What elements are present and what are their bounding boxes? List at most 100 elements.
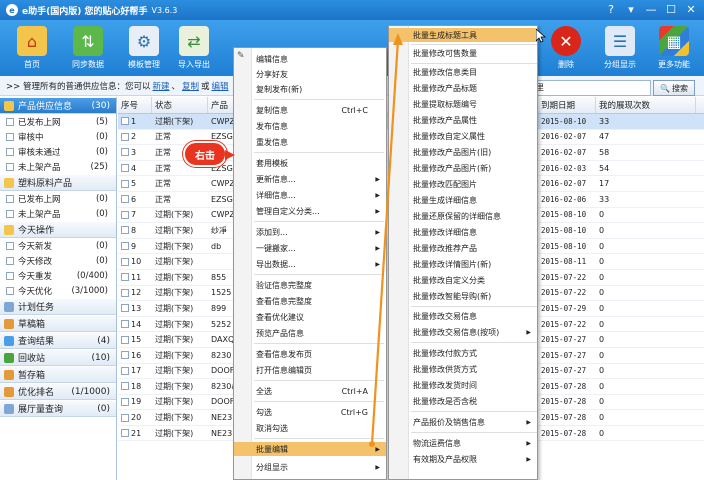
row-checkbox[interactable] bbox=[121, 132, 129, 141]
edit-link[interactable]: 编辑 bbox=[212, 80, 229, 92]
search-button[interactable]: 🔍 搜索 bbox=[653, 80, 695, 96]
submenu-item[interactable]: 批量修改交易信息 bbox=[389, 309, 537, 323]
copy-link[interactable]: 复制 bbox=[182, 80, 199, 92]
context-menu-item[interactable]: 全选 Ctrl+A bbox=[234, 384, 386, 398]
checkbox-icon[interactable] bbox=[6, 194, 14, 203]
context-menu-item[interactable]: 预览产品信息 bbox=[234, 326, 386, 340]
row-checkbox[interactable] bbox=[121, 429, 129, 438]
checkbox-icon[interactable] bbox=[6, 241, 14, 250]
checkbox-icon[interactable] bbox=[6, 132, 14, 141]
sidebar-item[interactable]: 已发布上网 (0) bbox=[0, 191, 116, 206]
sidebar-group-head[interactable]: 草稿箱 bbox=[0, 315, 116, 332]
sidebar-item[interactable]: 今天修改 (0) bbox=[0, 253, 116, 268]
context-menu-item[interactable]: 打开信息编辑页 bbox=[234, 363, 386, 377]
context-menu-item[interactable]: 套用模板 bbox=[234, 156, 386, 170]
submenu-item[interactable]: 批量生成标题工具 bbox=[389, 28, 537, 42]
import-export-button[interactable]: ⇄ 导入导出 bbox=[168, 22, 220, 74]
context-menu-item[interactable]: 编辑信息 bbox=[234, 52, 386, 66]
context-menu-item[interactable]: 分享好友 bbox=[234, 67, 386, 81]
sidebar-group-head[interactable]: 计划任务 bbox=[0, 298, 116, 315]
row-checkbox[interactable] bbox=[121, 226, 129, 235]
group-display-button[interactable]: ☰ 分组显示 bbox=[594, 22, 646, 74]
context-menu-item[interactable]: 一键搬家... ▶ bbox=[234, 241, 386, 255]
submenu-item[interactable]: 批量修改自定义分类 bbox=[389, 273, 537, 287]
search-input[interactable]: 里 bbox=[533, 80, 651, 96]
new-link[interactable]: 新建 bbox=[152, 80, 169, 92]
row-checkbox[interactable] bbox=[121, 366, 129, 375]
context-menu-item[interactable]: 添加到... ▶ bbox=[234, 225, 386, 239]
submenu-item[interactable]: 批量修改推荐产品 bbox=[389, 241, 537, 255]
sidebar-item[interactable]: 未上架产品 (0) bbox=[0, 206, 116, 221]
sidebar-item[interactable]: 未上架产品 (25) bbox=[0, 159, 116, 174]
checkbox-icon[interactable] bbox=[6, 209, 14, 218]
sidebar-item[interactable]: 今天重发 (0/400) bbox=[0, 268, 116, 283]
minimize-icon[interactable]: — bbox=[642, 2, 660, 17]
row-checkbox[interactable] bbox=[121, 397, 129, 406]
row-checkbox[interactable] bbox=[121, 210, 129, 219]
context-menu-item[interactable]: 验证信息完整度 bbox=[234, 278, 386, 292]
submenu-item[interactable]: 批量修改自定义属性 bbox=[389, 129, 537, 143]
sidebar-item[interactable]: 审核中 (0) bbox=[0, 129, 116, 144]
context-menu-item[interactable]: 管理自定义分类... ▶ bbox=[234, 204, 386, 218]
submenu-item[interactable]: 批量修改匹配图片 bbox=[389, 177, 537, 191]
delete-button[interactable]: ✕ 删除 bbox=[540, 22, 592, 74]
row-checkbox[interactable] bbox=[121, 117, 129, 126]
context-menu-item[interactable]: 复制信息 Ctrl+C bbox=[234, 103, 386, 117]
context-menu-item[interactable]: 查看信息完整度 bbox=[234, 294, 386, 308]
sidebar-group-head[interactable]: 塑料原料产品 bbox=[0, 174, 116, 191]
help-icon[interactable]: ? bbox=[602, 2, 620, 17]
row-checkbox[interactable] bbox=[121, 164, 129, 173]
sidebar-group-head[interactable]: 回收站 (10) bbox=[0, 349, 116, 366]
submenu-item[interactable]: 批量修改交易信息(按项) ▶ bbox=[389, 325, 537, 339]
row-checkbox[interactable] bbox=[121, 382, 129, 391]
sidebar-group-head[interactable]: 产品供应信息 (30) bbox=[0, 97, 116, 114]
row-checkbox[interactable] bbox=[121, 257, 129, 266]
context-menu-item[interactable]: 复制发布(新) bbox=[234, 82, 386, 96]
sidebar-item[interactable]: 今天新发 (0) bbox=[0, 238, 116, 253]
submenu-item[interactable]: 产品报价及销售信息 ▶ bbox=[389, 415, 537, 429]
row-checkbox[interactable] bbox=[121, 335, 129, 344]
menu-dropdown-icon[interactable]: ▾ bbox=[622, 2, 640, 17]
submenu-item[interactable]: 物流运费信息 ▶ bbox=[389, 436, 537, 450]
row-checkbox[interactable] bbox=[121, 273, 129, 282]
submenu-item[interactable]: 批量修改智能导购(新) bbox=[389, 289, 537, 303]
template-manage-button[interactable]: ⚙ 模板管理 bbox=[118, 22, 170, 74]
submenu-item[interactable]: 批量修改信息类目 bbox=[389, 65, 537, 79]
sidebar-item[interactable]: 已发布上网 (5) bbox=[0, 114, 116, 129]
checkbox-icon[interactable] bbox=[6, 271, 14, 280]
context-menu-item[interactable]: 批量编辑 ▶ bbox=[234, 442, 386, 456]
row-checkbox[interactable] bbox=[121, 288, 129, 297]
submenu-item[interactable]: 批量修改供货方式 bbox=[389, 362, 537, 376]
row-checkbox[interactable] bbox=[121, 179, 129, 188]
home-button[interactable]: ⌂ 首页 bbox=[6, 22, 58, 74]
submenu-item[interactable]: 批量修改产品标题 bbox=[389, 81, 537, 95]
row-checkbox[interactable] bbox=[121, 148, 129, 157]
header-no[interactable]: 序号 bbox=[118, 97, 152, 113]
sync-data-button[interactable]: ⇅ 同步数据 bbox=[62, 22, 114, 74]
submenu-item[interactable]: 批量生成详细信息 bbox=[389, 193, 537, 207]
context-menu-item[interactable]: 发布信息 bbox=[234, 119, 386, 133]
maximize-icon[interactable]: ☐ bbox=[662, 2, 680, 17]
context-menu-item[interactable]: 分组显示 ▶ bbox=[234, 460, 386, 474]
sidebar-item[interactable]: 审核未通过 (0) bbox=[0, 144, 116, 159]
sidebar-group-head[interactable]: 优化排名 (1/1000) bbox=[0, 383, 116, 400]
submenu-item[interactable]: 批量修改可售数量 bbox=[389, 46, 537, 60]
more-functions-button[interactable]: ▦ 更多功能 bbox=[648, 22, 700, 74]
sidebar-group-head[interactable]: 今天操作 bbox=[0, 221, 116, 238]
row-checkbox[interactable] bbox=[121, 195, 129, 204]
row-checkbox[interactable] bbox=[121, 413, 129, 422]
context-menu-item[interactable]: 取消勾选 bbox=[234, 421, 386, 435]
checkbox-icon[interactable] bbox=[6, 286, 14, 295]
context-menu-item[interactable]: 查看信息发布页 bbox=[234, 347, 386, 361]
checkbox-icon[interactable] bbox=[6, 117, 14, 126]
context-menu-item[interactable]: 导出数据... ▶ bbox=[234, 257, 386, 271]
submenu-item[interactable]: 批量修改详情图片(新) bbox=[389, 257, 537, 271]
sidebar-group-head[interactable]: 查询结果 (4) bbox=[0, 332, 116, 349]
submenu-item[interactable]: 有效期及产品权限 ▶ bbox=[389, 452, 537, 466]
sidebar-group-head[interactable]: 暂存箱 bbox=[0, 366, 116, 383]
submenu-item[interactable]: 批量修改付款方式 bbox=[389, 346, 537, 360]
submenu-item[interactable]: 批量还原保留的详细信息 bbox=[389, 209, 537, 223]
sidebar-group-head[interactable]: 展厅量查询 (0) bbox=[0, 400, 116, 417]
checkbox-icon[interactable] bbox=[6, 256, 14, 265]
context-menu-item[interactable]: 查看优化建议 bbox=[234, 310, 386, 324]
